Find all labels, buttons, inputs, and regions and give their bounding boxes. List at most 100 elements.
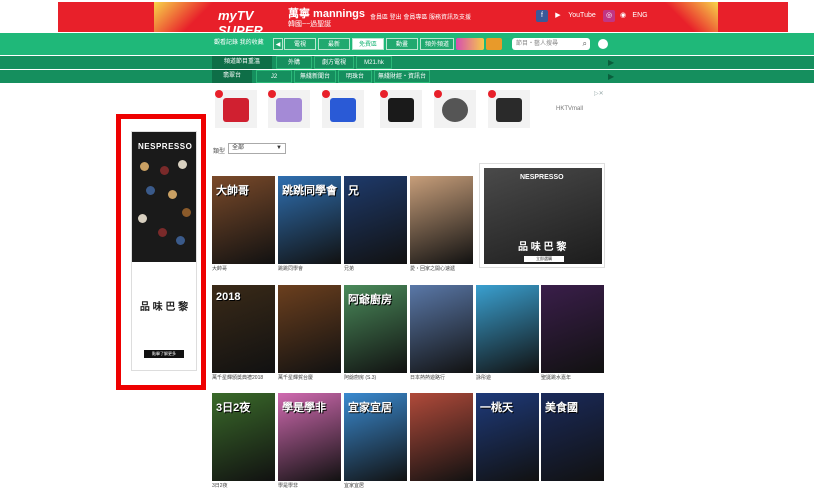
coffee-capsule (176, 236, 185, 245)
show-tile[interactable]: 3日2夜 3日2夜 (212, 393, 275, 497)
show-poster[interactable]: 一桃天 (476, 393, 539, 481)
show-tile[interactable]: 宜家宜居 宜家宜居 (344, 393, 407, 497)
show-poster[interactable] (410, 393, 473, 481)
tab-anime[interactable]: 動畫 (386, 38, 418, 50)
show-tile[interactable]: 日本熱熱遊路行 (410, 285, 473, 389)
show-poster[interactable] (410, 285, 473, 373)
show-caption[interactable]: 大帥哥 (212, 266, 275, 272)
show-tile[interactable]: 萬千星輝賀台慶 (278, 285, 341, 389)
search-box[interactable]: 節目・藝人搜尋 ⌕ (512, 38, 590, 50)
show-poster[interactable]: 2018 (212, 285, 275, 373)
tab-latest[interactable]: 最新 (318, 38, 350, 50)
account-links[interactable]: 會員區 登出 會員專區 服務資訊及支援 (370, 12, 471, 21)
coffee-capsule (182, 208, 191, 217)
search-input[interactable]: 節目・藝人搜尋 (516, 38, 558, 50)
show-tile[interactable]: 詠彤遊 (476, 285, 539, 389)
chevron-right-icon[interactable]: ▶ (608, 56, 614, 69)
show-poster-title: 2018 (216, 291, 241, 303)
nav-prev-button[interactable]: ◀ (273, 38, 283, 50)
ad-choices-icon[interactable]: ▷✕ (594, 90, 604, 97)
channel-finance[interactable]: 無綫財經・資訊台 (374, 70, 430, 83)
ad-cta-button[interactable]: 立即選購 (524, 256, 564, 262)
tab-free[interactable]: 免費區 (352, 38, 384, 50)
show-poster[interactable] (410, 176, 473, 264)
show-tile[interactable]: 一桃天 (476, 393, 539, 497)
show-caption[interactable]: 宜家宜居 (344, 483, 407, 489)
show-caption[interactable]: 日本熱熱遊路行 (410, 375, 473, 381)
ad-image: NESPRESSO 品 味 巴 黎 立即選購 (484, 168, 602, 264)
show-caption[interactable]: 聖誕跳水嘉年 (541, 375, 604, 381)
tab-channels[interactable]: 頻外頻道 (420, 38, 454, 50)
channel-pearl[interactable]: 明珠台 (338, 70, 372, 83)
show-tile[interactable]: 愛・回家之開心速遞 (410, 176, 473, 280)
show-tile[interactable]: 美食國 (541, 393, 604, 497)
tab-m21[interactable]: M21.hk (356, 56, 392, 69)
show-poster[interactable]: 3日2夜 (212, 393, 275, 481)
show-poster[interactable]: 阿爺廚房 (344, 285, 407, 373)
promo-badge[interactable] (456, 38, 484, 50)
weibo-icon[interactable]: ◉ (618, 10, 628, 22)
hktvmall-label[interactable]: HKTVmall (556, 106, 583, 112)
show-poster[interactable]: 大帥哥 (212, 176, 275, 264)
tab-drama[interactable]: 劇方電視 (314, 56, 354, 69)
show-tile[interactable]: 學是學非 學是學非 (278, 393, 341, 497)
product-ad-item[interactable] (268, 90, 310, 128)
show-caption[interactable]: 學是學非 (278, 483, 341, 489)
tab-overseas[interactable]: 外購 (276, 56, 312, 69)
show-tile[interactable]: 兄兄弟 (344, 176, 407, 280)
show-caption[interactable]: 詠彤遊 (476, 375, 539, 381)
show-poster[interactable]: 跳跳同學會 (278, 176, 341, 264)
product-ad-item[interactable] (380, 90, 422, 128)
show-poster[interactable]: 學是學非 (278, 393, 341, 481)
category-select[interactable]: 全部 ▼ (228, 143, 286, 154)
show-poster[interactable]: 宜家宜居 (344, 393, 407, 481)
show-caption[interactable]: 愛・回家之開心速遞 (410, 266, 473, 272)
search-icon[interactable]: ⌕ (583, 38, 587, 50)
show-poster[interactable] (278, 285, 341, 373)
language-toggle[interactable]: ENG (631, 10, 649, 22)
sale-tag-icon (488, 90, 496, 98)
show-poster[interactable] (541, 285, 604, 373)
nespresso-right-ad[interactable]: NESPRESSO 品 味 巴 黎 立即選購 (479, 163, 605, 268)
sale-tag-icon (322, 90, 330, 98)
product-ad-item[interactable] (215, 90, 257, 128)
youtube-link[interactable]: YouTube (563, 10, 601, 22)
chevron-right-icon[interactable]: ▶ (608, 70, 614, 83)
show-poster[interactable] (476, 285, 539, 373)
show-caption[interactable]: 阿爺廚房 (S.3) (344, 375, 407, 381)
show-caption[interactable]: 跳跳同學會 (278, 266, 341, 272)
promo-icon[interactable] (486, 38, 502, 50)
nespresso-logo: NESPRESSO (520, 174, 564, 181)
product-ad-item[interactable] (434, 90, 476, 128)
show-poster[interactable]: 美食國 (541, 393, 604, 481)
show-tile[interactable]: 阿爺廚房阿爺廚房 (S.3) (344, 285, 407, 389)
product-ad-item[interactable] (488, 90, 530, 128)
show-caption[interactable]: 3日2夜 (212, 483, 275, 489)
show-tile[interactable]: 2018 萬千星輝頒獎典禮2018 (212, 285, 275, 389)
show-caption[interactable]: 萬千星輝賀台慶 (278, 375, 341, 381)
instagram-icon[interactable]: ◎ (603, 10, 615, 22)
play-icon[interactable]: ▶ (553, 10, 563, 22)
nespresso-left-ad[interactable]: NESPRESSO 品 味 巴 黎 點擊了解更多 (131, 131, 197, 371)
show-poster[interactable]: 兄 (344, 176, 407, 264)
mytv-super-logo[interactable]: myTV SUPER (218, 8, 282, 32)
coffee-capsule (158, 228, 167, 237)
show-tile[interactable]: 大帥哥 大帥哥 (212, 176, 275, 280)
show-tile[interactable] (410, 393, 473, 497)
channel-j2[interactable]: J2 (256, 70, 292, 83)
facebook-icon[interactable]: f (536, 10, 548, 22)
product-ad-item[interactable] (322, 90, 364, 128)
show-caption[interactable]: 萬千星輝頒獎典禮2018 (212, 375, 275, 381)
channel-news[interactable]: 無綫新聞台 (294, 70, 336, 83)
channel-jade[interactable]: 翡翠台 (212, 70, 252, 83)
show-tile[interactable]: 跳跳同學會 跳跳同學會 (278, 176, 341, 280)
history-favorites-links[interactable]: 觀看記錄 我的收藏 (214, 37, 264, 50)
show-tile[interactable]: 聖誕跳水嘉年 (541, 285, 604, 389)
coffee-capsule (140, 162, 149, 171)
tab-tv[interactable]: 電視 (284, 38, 316, 50)
show-poster-title: 兄 (348, 185, 359, 197)
ad-cta-button[interactable]: 點擊了解更多 (144, 350, 184, 358)
user-icon[interactable] (598, 39, 608, 49)
show-caption[interactable]: 兄弟 (344, 266, 407, 272)
show-poster-title: 一桃天 (480, 402, 513, 414)
